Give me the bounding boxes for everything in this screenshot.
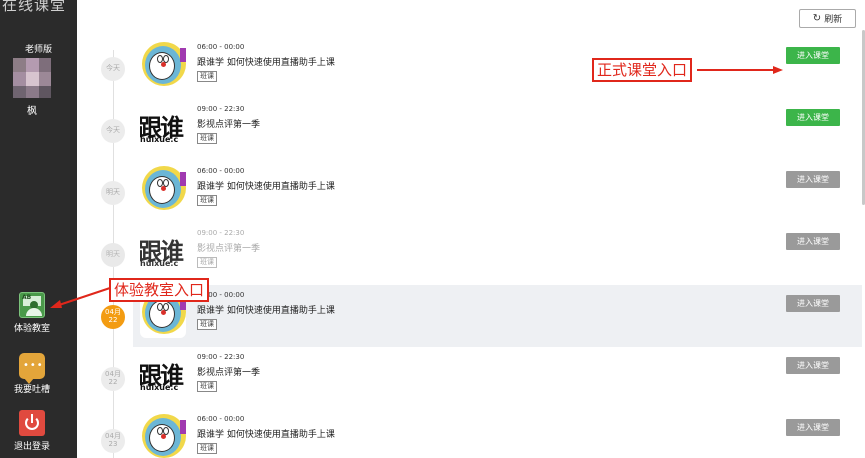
lesson-row: 明天 跟谁 huixue.c 09:00 - 22:30 影视点评第一季 班课 进入课堂: [77, 223, 862, 285]
lesson-time: 06:00 - 00:00: [197, 43, 245, 51]
lesson-title: 跟谁学 如何快速使用直播助手上课: [197, 306, 335, 316]
app-window: 在线课堂 老师版 枫 AB 体验教室 ••• 我要吐槽 退出登录 ↻ 刷新 今天…: [0, 0, 865, 458]
lesson-row: 04月 22 跟谁 huixue.c 09:00 - 22:30 影视点评第一季 班课 进入…: [77, 347, 862, 409]
chat-bubble-icon: •••: [19, 353, 45, 384]
lesson-title: 影视点评第一季: [197, 368, 261, 378]
lesson-type-tag: 班课: [197, 71, 217, 82]
enter-classroom-button[interactable]: 进入课堂: [786, 233, 840, 250]
brand-title: 在线课堂: [2, 0, 67, 14]
lesson-row: 04月 23 06:00 - 00:00 跟谁学 如何快速使用直播助手上课 班课 进入课…: [77, 409, 862, 458]
sidebar-item-feedback[interactable]: ••• 我要吐槽: [0, 353, 64, 395]
annotation-trial-entry: 体验教室入口: [109, 278, 210, 302]
lesson-title: 跟谁学 如何快速使用直播助手上课: [197, 58, 335, 68]
lesson-time: 09:00 - 22:30: [197, 353, 245, 361]
lesson-row: 明天 06:00 - 00:00 跟谁学 如何快速使用直播助手上课 班课 进入课堂: [77, 161, 862, 223]
lesson-time: 06:00 - 00:00: [197, 167, 245, 175]
avatar[interactable]: [13, 58, 51, 98]
lesson-type-tag: 班课: [197, 381, 217, 392]
power-icon: [19, 410, 45, 436]
lesson-time: 09:00 - 22:30: [197, 229, 245, 237]
enter-classroom-button[interactable]: 进入课堂: [786, 295, 840, 312]
course-thumbnail: [140, 40, 186, 90]
lesson-row: 04月 22 06:00 - 00:00 跟谁学 如何快速使用直播助手上课 班课 进入课…: [101, 285, 862, 347]
lesson-type-tag: 班课: [197, 257, 217, 268]
annotation-arrow: [697, 69, 775, 71]
role-label: 老师版: [24, 45, 52, 55]
lesson-title: 影视点评第一季: [197, 244, 261, 254]
sidebar-item-label: 退出登录: [13, 442, 50, 452]
username: 枫: [27, 106, 37, 117]
day-badge: 04月 22: [101, 367, 125, 391]
course-thumbnail: [140, 412, 186, 458]
annotation-arrow-trial: [50, 287, 111, 308]
day-badge: 04月 23: [101, 429, 125, 453]
logo-subtext: huixue.c: [140, 259, 179, 268]
day-badge: 今天: [101, 119, 125, 143]
lesson-type-tag: 班课: [197, 195, 217, 206]
enter-classroom-button[interactable]: 进入课堂: [786, 419, 840, 436]
course-thumbnail: [140, 164, 186, 214]
enter-classroom-button[interactable]: 进入课堂: [786, 109, 840, 126]
lesson-title: 影视点评第一季: [197, 120, 261, 130]
course-thumbnail: 跟谁 huixue.c: [140, 102, 186, 152]
lesson-type-tag: 班课: [197, 133, 217, 144]
course-thumbnail: 跟谁 huixue.c: [140, 226, 186, 276]
lesson-title: 跟谁学 如何快速使用直播助手上课: [197, 430, 335, 440]
enter-classroom-button[interactable]: 进入课堂: [786, 171, 840, 188]
trial-classroom-icon: AB: [19, 292, 45, 318]
refresh-button[interactable]: ↻ 刷新: [799, 9, 856, 28]
enter-classroom-button[interactable]: 进入课堂: [786, 47, 840, 64]
lesson-type-tag: 班课: [197, 319, 217, 330]
refresh-label: 刷新: [824, 14, 843, 24]
course-thumbnail: 跟谁 huixue.c: [140, 350, 186, 400]
day-badge: 明天: [101, 243, 125, 267]
annotation-formal-entry: 正式课堂入口: [592, 58, 693, 82]
enter-classroom-button[interactable]: 进入课堂: [786, 357, 840, 374]
lesson-row: 今天 06:00 - 00:00 跟谁学 如何快速使用直播助手上课 班课 进入课堂: [77, 37, 862, 99]
sidebar-item-label: 体验教室: [13, 324, 50, 334]
lesson-type-tag: 班课: [197, 443, 217, 454]
lesson-row: 今天 跟谁 huixue.c 09:00 - 22:30 影视点评第一季 班课 进入课堂: [77, 99, 862, 161]
day-badge: 明天: [101, 181, 125, 205]
refresh-icon: ↻: [812, 12, 822, 24]
logo-subtext: huixue.c: [140, 135, 179, 144]
lesson-title: 跟谁学 如何快速使用直播助手上课: [197, 182, 335, 192]
sidebar: 在线课堂 老师版 枫 AB 体验教室 ••• 我要吐槽 退出登录: [0, 0, 77, 458]
arrowhead-icon: [773, 66, 783, 74]
logo-subtext: huixue.c: [140, 383, 179, 392]
sidebar-item-logout[interactable]: 退出登录: [0, 410, 64, 452]
day-badge: 今天: [101, 57, 125, 81]
lesson-time: 09:00 - 22:30: [197, 105, 245, 113]
lesson-time: 06:00 - 00:00: [197, 415, 245, 423]
